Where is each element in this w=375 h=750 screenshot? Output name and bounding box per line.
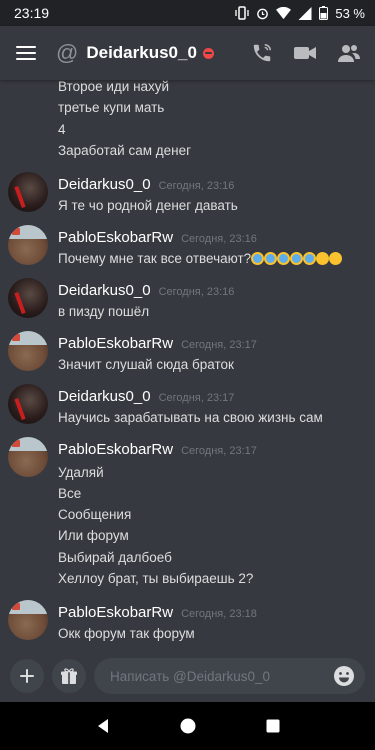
message-header: PabloEskobarRw Сегодня, 23:16 xyxy=(58,229,257,246)
avatar[interactable] xyxy=(8,278,48,318)
message-list[interactable]: Второе иди нахуй третье купи мать 4 Зара… xyxy=(0,80,375,650)
signal-icon xyxy=(298,6,312,20)
message-line: Сообщения xyxy=(58,507,132,522)
avatar[interactable] xyxy=(8,600,48,640)
message-line: Я те чо родной денег давать xyxy=(58,198,238,213)
dnd-status-icon xyxy=(202,47,214,59)
avatar[interactable] xyxy=(8,437,48,477)
timestamp: Сегодня, 23:17 xyxy=(181,445,257,457)
crying-emoji-icon[interactable] xyxy=(264,252,278,265)
timestamp: Сегодня, 23:16 xyxy=(158,180,235,192)
timestamp: Сегодня, 23:18 xyxy=(181,608,257,620)
author-name[interactable]: Deidarkus0_0 xyxy=(58,282,151,299)
message-line: в пизду пошёл xyxy=(58,304,150,319)
hamburger-menu-icon[interactable] xyxy=(16,46,36,60)
message-line: Все xyxy=(58,486,82,501)
avatar[interactable] xyxy=(8,384,48,424)
timestamp: Сегодня, 23:16 xyxy=(158,286,235,298)
battery-percent: 53 % xyxy=(335,5,365,21)
alarm-icon xyxy=(257,8,269,19)
message-line: третье купи мать xyxy=(58,100,165,115)
timestamp: Сегодня, 23:17 xyxy=(158,392,235,404)
avatar[interactable] xyxy=(8,331,48,371)
message-line: Второе иди нахуй xyxy=(58,80,170,94)
channel-title[interactable]: Deidarkus0_0 xyxy=(86,43,197,63)
at-icon: @ xyxy=(56,40,79,65)
author-name[interactable]: PabloEskobarRw xyxy=(58,335,173,352)
message-line-with-emoji: Почему мне так все отвечают? xyxy=(58,251,343,266)
plus-icon xyxy=(20,669,34,683)
message-text: Почему мне так все отвечают? xyxy=(58,251,252,266)
avatar[interactable] xyxy=(8,172,48,212)
message-line: 4 xyxy=(58,122,66,137)
message-header: PabloEskobarRw Сегодня, 23:17 xyxy=(58,441,257,458)
video-camera-icon[interactable] xyxy=(293,42,317,64)
message-line: Или форум xyxy=(58,528,129,543)
wifi-icon xyxy=(276,6,292,19)
timestamp: Сегодня, 23:16 xyxy=(181,233,257,245)
gift-button[interactable] xyxy=(52,659,86,693)
author-name[interactable]: PabloEskobarRw xyxy=(58,604,173,621)
crying-emoji-icon[interactable] xyxy=(303,252,317,265)
crying-emoji-icon[interactable] xyxy=(290,252,304,265)
status-time: 23:19 xyxy=(14,5,50,21)
message-header: Deidarkus0_0 Сегодня, 23:16 xyxy=(58,282,234,299)
crying-emoji-icon[interactable] xyxy=(251,252,265,265)
smile-emoji-icon[interactable] xyxy=(316,252,330,265)
crying-emoji-icon[interactable] xyxy=(277,252,291,265)
message-input[interactable] xyxy=(108,667,333,685)
author-name[interactable]: PabloEskobarRw xyxy=(58,229,173,246)
status-bar: 23:19 53 % xyxy=(0,0,375,26)
gift-icon xyxy=(61,668,77,684)
channel-header: @ Deidarkus0_0 xyxy=(0,26,375,80)
system-navigation-bar xyxy=(0,702,375,750)
message-line: Хеллоу брат, ты выбираешь 2? xyxy=(58,571,254,586)
author-name[interactable]: PabloEskobarRw xyxy=(58,441,173,458)
message-line: Окк форум так форум xyxy=(58,626,195,641)
message-line: Заработай сам денег xyxy=(58,143,192,158)
message-input-container xyxy=(94,658,365,694)
message-header: PabloEskobarRw Сегодня, 23:17 xyxy=(58,335,257,352)
avatar[interactable] xyxy=(8,225,48,265)
recents-icon[interactable] xyxy=(266,719,280,733)
members-icon[interactable] xyxy=(337,42,361,64)
timestamp: Сегодня, 23:17 xyxy=(181,339,257,351)
author-name[interactable]: Deidarkus0_0 xyxy=(58,388,151,405)
message-line: Значит слушай сюда браток xyxy=(58,357,234,372)
status-icons: 53 % xyxy=(235,6,365,21)
phone-call-icon[interactable] xyxy=(251,42,273,64)
emoji-picker-icon[interactable] xyxy=(333,665,355,687)
battery-icon xyxy=(319,6,329,20)
home-icon[interactable] xyxy=(180,718,196,734)
message-line: Удаляй xyxy=(58,465,104,480)
add-attachment-button[interactable] xyxy=(10,659,44,693)
smile-emoji-icon[interactable] xyxy=(329,252,343,265)
message-header: Deidarkus0_0 Сегодня, 23:16 xyxy=(58,176,234,193)
message-composer xyxy=(0,650,375,702)
vibrate-icon xyxy=(235,6,250,20)
back-icon[interactable] xyxy=(95,718,111,734)
message-line: Научись зарабатывать на свою жизнь сам xyxy=(58,410,323,425)
message-header: PabloEskobarRw Сегодня, 23:18 xyxy=(58,604,257,621)
message-line: Выбирай далбоеб xyxy=(58,550,172,565)
author-name[interactable]: Deidarkus0_0 xyxy=(58,176,151,193)
message-header: Deidarkus0_0 Сегодня, 23:17 xyxy=(58,388,234,405)
